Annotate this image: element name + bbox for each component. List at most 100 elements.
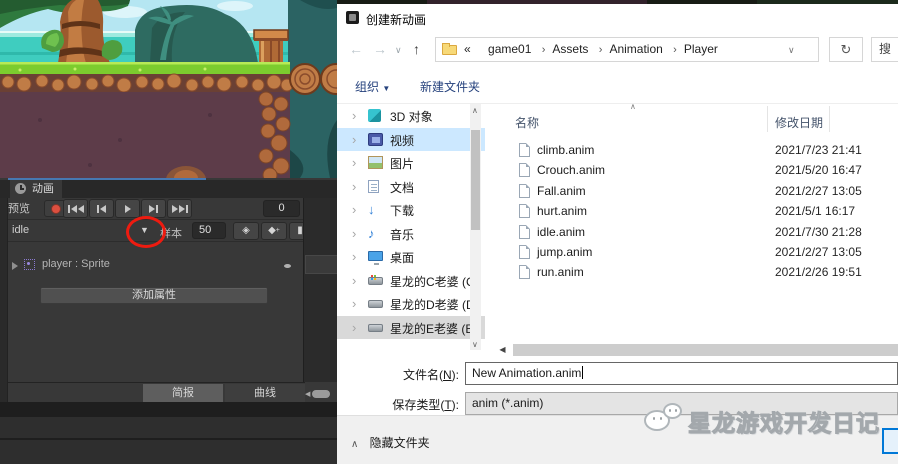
tree-chevron-icon[interactable]: › xyxy=(352,273,356,288)
timeline-pane[interactable] xyxy=(303,198,338,382)
dialog-titlebar[interactable]: 创建新动画 xyxy=(337,4,898,32)
tree-chevron-icon[interactable]: › xyxy=(352,132,356,147)
tab-curves[interactable]: 曲线 xyxy=(225,384,305,403)
scroll-left-icon[interactable]: ◀ xyxy=(495,344,510,356)
property-row-player-sprite[interactable]: player : Sprite xyxy=(8,256,303,276)
wechat-icon xyxy=(644,401,688,441)
keyframe-view-icon[interactable]: ◈ xyxy=(233,222,259,240)
drive-icon xyxy=(368,300,383,308)
cube-icon xyxy=(368,109,381,122)
tree-item-drive-c[interactable]: › 星龙的C老婆 (C: xyxy=(337,269,485,293)
file-icon xyxy=(519,265,530,280)
column-header-name[interactable]: 名称 xyxy=(515,114,539,131)
breadcrumb-animation[interactable]: Animation xyxy=(609,42,662,56)
bottom-tabbar: 简报 曲线 xyxy=(0,382,305,403)
tree-chevron-icon[interactable]: › xyxy=(352,108,356,123)
tree-item-3d-objects[interactable]: › 3D 对象 xyxy=(337,104,485,128)
breadcrumb-player[interactable]: Player xyxy=(684,42,718,56)
scroll-up-icon[interactable]: ∧ xyxy=(472,106,478,115)
tree-item-drive-e[interactable]: › 星龙的E老婆 (E: xyxy=(337,315,485,339)
tree-scroll-thumb[interactable] xyxy=(471,130,480,230)
tree-item-music[interactable]: › ♪ 音乐 xyxy=(337,222,485,246)
breadcrumb: « game01 › Assets › Animation › Player xyxy=(464,42,718,56)
tree-scrollbar[interactable]: ∧ ∨ xyxy=(470,104,481,350)
clip-dropdown[interactable]: idle xyxy=(12,224,29,236)
tree-chevron-icon[interactable]: › xyxy=(352,320,356,335)
organize-menu[interactable]: 组织 ▼ xyxy=(355,78,390,95)
drive-icon xyxy=(368,274,383,285)
picture-icon xyxy=(368,156,383,169)
filename-label: 文件名(N): xyxy=(402,368,459,382)
forward-icon[interactable]: → xyxy=(373,41,387,57)
save-dialog: 创建新动画 ← → ∨ ↑ « game01 › Assets › Animatio… xyxy=(337,4,898,464)
search-input[interactable]: 搜 xyxy=(871,37,898,62)
preview-button[interactable]: 预览 xyxy=(8,201,30,217)
dopesheet-area: player : Sprite 添加属性 xyxy=(8,243,303,382)
tree-chevron-icon[interactable]: › xyxy=(352,296,356,311)
dialog-navrow: ← → ∨ ↑ « game01 › Assets › Animation › Pla… xyxy=(337,32,898,68)
animation-tabstrip: 动画 xyxy=(0,180,337,198)
file-rows: climb.anim 2021/7/23 21:41 Crouch.anim 2… xyxy=(487,140,898,283)
file-row-crouch[interactable]: Crouch.anim 2021/5/20 16:47 xyxy=(487,160,898,180)
file-icon xyxy=(519,244,530,259)
scroll-left-icon[interactable]: ◀ xyxy=(305,390,310,398)
file-row-climb[interactable]: climb.anim 2021/7/23 21:41 xyxy=(487,140,898,160)
file-row-jump[interactable]: jump.anim 2021/2/27 13:05 xyxy=(487,242,898,262)
breadcrumb-game01[interactable]: game01 xyxy=(488,42,531,56)
column-header-date[interactable]: 修改日期 xyxy=(775,114,823,131)
first-frame-button[interactable] xyxy=(63,199,88,218)
file-row-fall[interactable]: Fall.anim 2021/2/27 13:05 xyxy=(487,181,898,201)
watermark: 星龙游戏开发日记 xyxy=(644,398,898,444)
back-icon[interactable]: ← xyxy=(349,41,363,57)
tree-item-documents[interactable]: › 文档 xyxy=(337,175,485,199)
prev-key-button[interactable] xyxy=(89,199,114,218)
add-property-button[interactable]: 添加属性 xyxy=(40,287,268,304)
scroll-thumb[interactable] xyxy=(312,390,331,398)
tab-dopesheet[interactable]: 简报 xyxy=(143,384,223,403)
frame-field[interactable]: 0 xyxy=(263,200,300,217)
breadcrumb-guillemet[interactable]: « xyxy=(464,42,471,56)
last-frame-button[interactable] xyxy=(167,199,192,218)
samples-field[interactable]: 50 xyxy=(192,222,226,239)
underground xyxy=(0,92,290,178)
tree-item-drive-d[interactable]: › 星龙的D老婆 (D xyxy=(337,292,485,316)
tree-item-downloads[interactable]: › ↓ 下载 xyxy=(337,198,485,222)
scroll-down-icon[interactable]: ∨ xyxy=(472,340,478,349)
tree-chevron-icon[interactable]: › xyxy=(352,249,356,264)
hide-folders-button[interactable]: ∧ 隐藏文件夹 xyxy=(351,434,430,451)
file-row-hurt[interactable]: hurt.anim 2021/5/1 16:17 xyxy=(487,201,898,221)
tab-animation[interactable]: 动画 xyxy=(10,180,62,198)
file-row-idle[interactable]: idle.anim 2021/7/30 21:28 xyxy=(487,222,898,242)
play-button[interactable] xyxy=(115,199,140,218)
address-bar[interactable]: « game01 › Assets › Animation › Player ∨ xyxy=(435,37,819,62)
filename-input[interactable]: New Animation.anim xyxy=(465,362,898,385)
dialog-icon xyxy=(346,11,359,24)
windows-logo-icon xyxy=(371,274,373,277)
tree-chevron-icon[interactable]: › xyxy=(352,155,356,170)
breadcrumb-assets[interactable]: Assets xyxy=(552,42,588,56)
address-dropdown-icon[interactable]: ∨ xyxy=(788,45,795,56)
file-row-run[interactable]: run.anim 2021/2/26 19:51 xyxy=(487,262,898,282)
dialog-command-bar: 组织 ▼ 新建文件夹 xyxy=(337,68,898,104)
timeline-highlight-row xyxy=(305,255,338,274)
tree-item-videos[interactable]: › 视频 xyxy=(337,127,485,151)
expand-triangle-icon[interactable] xyxy=(12,262,18,270)
tree-chevron-icon[interactable]: › xyxy=(352,202,356,217)
history-chevron-icon[interactable]: ∨ xyxy=(395,45,402,56)
tree-chevron-icon[interactable]: › xyxy=(352,226,356,241)
refresh-button[interactable]: ↻ xyxy=(829,37,863,62)
game-scene xyxy=(0,0,337,178)
add-keyframe-button[interactable]: ◆+ xyxy=(261,222,287,240)
tree-item-pictures[interactable]: › 图片 xyxy=(337,151,485,175)
up-icon[interactable]: ↑ xyxy=(413,41,420,57)
new-folder-button[interactable]: 新建文件夹 xyxy=(420,78,480,95)
left-edge-strip xyxy=(0,198,8,402)
list-hscrollbar[interactable]: ◀ xyxy=(487,344,898,356)
list-scroll-thumb[interactable] xyxy=(513,344,898,356)
sprite-icon xyxy=(24,259,35,270)
dialog-title: 创建新动画 xyxy=(366,13,427,27)
timeline-hscrollbar[interactable]: ◀ xyxy=(305,388,337,400)
text-caret xyxy=(582,366,584,379)
tree-item-desktop[interactable]: › 桌面 xyxy=(337,245,485,269)
tree-chevron-icon[interactable]: › xyxy=(352,179,356,194)
